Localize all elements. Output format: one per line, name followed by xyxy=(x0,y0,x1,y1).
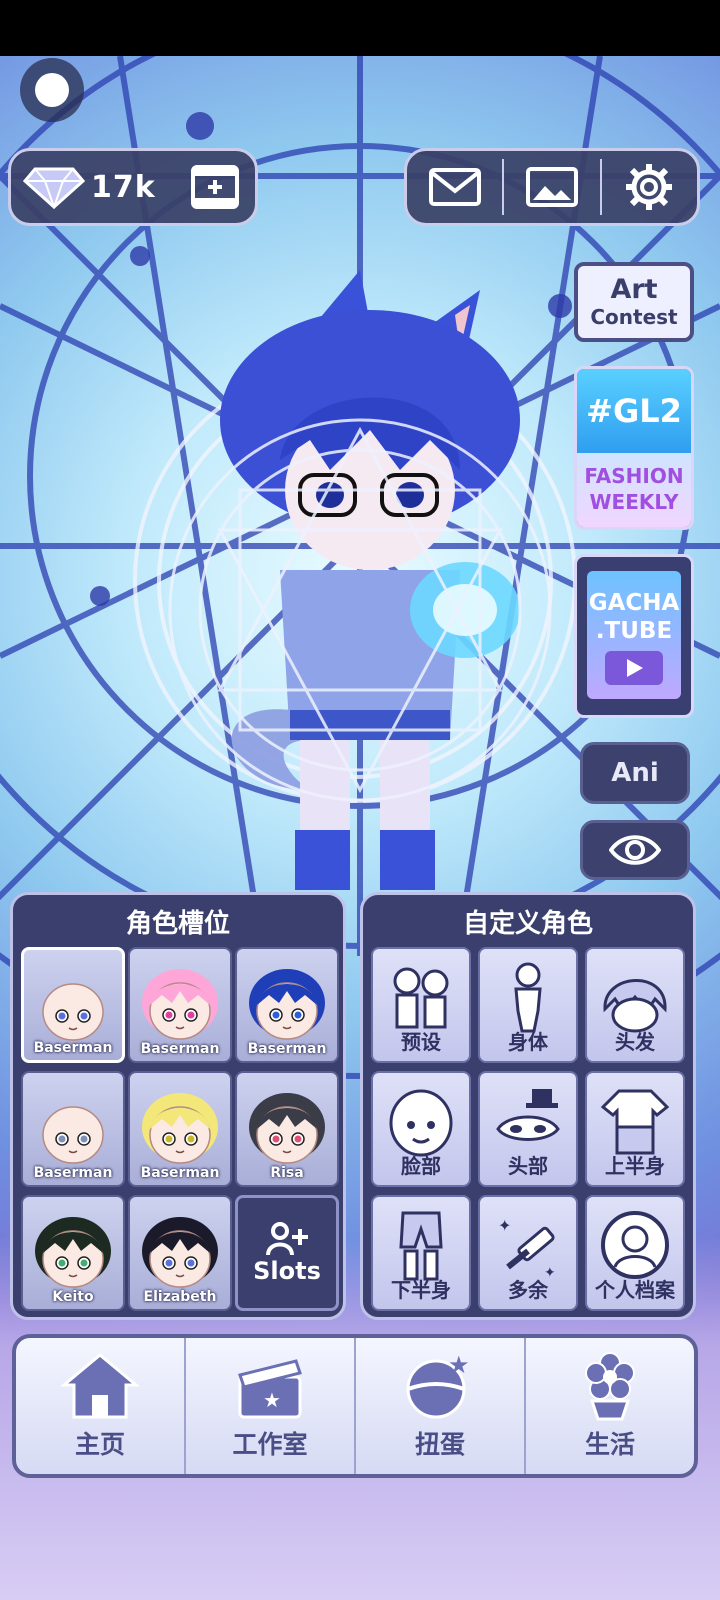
floating-menu-button[interactable] xyxy=(20,58,84,122)
customize-face-button[interactable]: 脸部 xyxy=(371,1071,471,1187)
avatar-face xyxy=(142,1217,218,1288)
toggle-visibility-button[interactable] xyxy=(580,820,690,880)
gem-count: 17k xyxy=(91,169,156,205)
svg-text:★: ★ xyxy=(448,1351,470,1379)
eye-icon xyxy=(609,835,661,865)
avatar-face xyxy=(249,1093,325,1164)
slot-name: Elizabeth xyxy=(143,1289,217,1305)
slot-name: Baserman xyxy=(33,1165,113,1181)
gl2-fashion-weekly-button[interactable]: #GL2 FASHION WEEKLY xyxy=(574,366,694,530)
gl2-tag: #GL2 xyxy=(577,369,691,453)
slot-name: Baserman xyxy=(140,1165,220,1181)
play-icon xyxy=(605,651,663,685)
flower-icon xyxy=(585,1352,635,1421)
top-right-toolbar xyxy=(404,148,700,226)
nav-gacha[interactable]: ★ 扭蛋 xyxy=(354,1338,524,1474)
slot-name: Keito xyxy=(52,1289,94,1305)
film-plus-icon xyxy=(191,165,239,209)
animation-button[interactable]: Ani xyxy=(580,742,690,804)
settings-button[interactable] xyxy=(602,151,697,223)
customize-hair-button[interactable]: 头发 xyxy=(585,947,685,1063)
mail-button[interactable] xyxy=(407,151,502,223)
svg-text:★: ★ xyxy=(263,1388,281,1412)
gacha-ball-icon: ★ xyxy=(406,1351,470,1419)
gacha-tube-line2: .TUBE xyxy=(595,618,673,644)
gacha-tube-line1: GACHA xyxy=(588,590,680,616)
character-slot[interactable]: Keito xyxy=(21,1195,125,1311)
watch-video-button[interactable] xyxy=(189,163,241,211)
clapperboard-icon: ★ xyxy=(238,1359,302,1419)
diamond-icon xyxy=(23,167,85,209)
customize-title: 自定义角色 xyxy=(462,908,593,939)
avatar-face xyxy=(142,1093,218,1164)
gacha-tube-button[interactable]: GACHA .TUBE xyxy=(574,554,694,718)
character-slot[interactable]: Risa xyxy=(235,1071,339,1187)
nav-life[interactable]: 生活 xyxy=(524,1338,694,1474)
slot-name: Baserman xyxy=(247,1041,327,1057)
avatar-face xyxy=(35,1217,111,1288)
customize-character-panel: 自定义角色 预设 身体 头发 脸部 头部 上半身 下半身 ✦ ✦ 多余 个人档案 xyxy=(360,892,696,1320)
gl2-line1: FASHION xyxy=(584,464,684,488)
customize-preset-button[interactable]: 预设 xyxy=(371,947,471,1063)
character-slots-panel: 角色槽位 Baserman Baserman Baserman Baserman… xyxy=(10,892,346,1320)
gear-icon xyxy=(626,164,673,210)
add-slots-button[interactable]: Slots xyxy=(235,1195,339,1311)
bottom-navigation: 主页 ★ 工作室 ★ 扭蛋 生活 xyxy=(12,1334,698,1478)
gallery-button[interactable] xyxy=(504,151,599,223)
slots-title: 角色槽位 xyxy=(125,908,230,939)
character-slot[interactable]: Baserman xyxy=(21,1071,125,1187)
slot-name: Risa xyxy=(270,1165,304,1181)
mail-icon xyxy=(428,168,481,206)
home-icon xyxy=(60,1353,140,1419)
add-slots-label: Slots xyxy=(253,1257,321,1285)
customize-extra-button[interactable]: ✦ ✦ 多余 xyxy=(478,1195,578,1311)
avatar-face xyxy=(142,969,218,1040)
gl2-line2: WEEKLY xyxy=(589,490,679,514)
customize-upper-body-button[interactable]: 上半身 xyxy=(585,1071,685,1187)
nav-studio[interactable]: ★ 工作室 xyxy=(184,1338,354,1474)
add-user-icon xyxy=(266,1222,308,1256)
avatar-face xyxy=(249,969,325,1040)
svg-text:✦: ✦ xyxy=(498,1216,511,1235)
character-slot[interactable]: Baserman xyxy=(235,947,339,1063)
character-preview[interactable] xyxy=(160,270,580,890)
status-bar xyxy=(0,0,720,56)
character-slot[interactable]: Elizabeth xyxy=(128,1195,232,1311)
slot-name: Baserman xyxy=(140,1041,220,1057)
art-contest-button[interactable]: Art Contest xyxy=(574,262,694,342)
nav-home[interactable]: 主页 xyxy=(16,1338,184,1474)
customize-head-button[interactable]: 头部 xyxy=(478,1071,578,1187)
customize-body-button[interactable]: 身体 xyxy=(478,947,578,1063)
character-slot[interactable]: Baserman xyxy=(128,947,232,1063)
gallery-icon xyxy=(526,167,579,207)
customize-profile-button[interactable]: 个人档案 xyxy=(585,1195,685,1311)
avatar-face xyxy=(42,983,104,1041)
character-slot[interactable]: Baserman xyxy=(128,1071,232,1187)
customize-lower-body-button[interactable]: 下半身 xyxy=(371,1195,471,1311)
slot-name: Baserman xyxy=(33,1040,113,1056)
currency-panel: 17k xyxy=(8,148,258,226)
avatar-face xyxy=(42,1106,104,1164)
character-slot[interactable]: Baserman xyxy=(21,947,125,1063)
